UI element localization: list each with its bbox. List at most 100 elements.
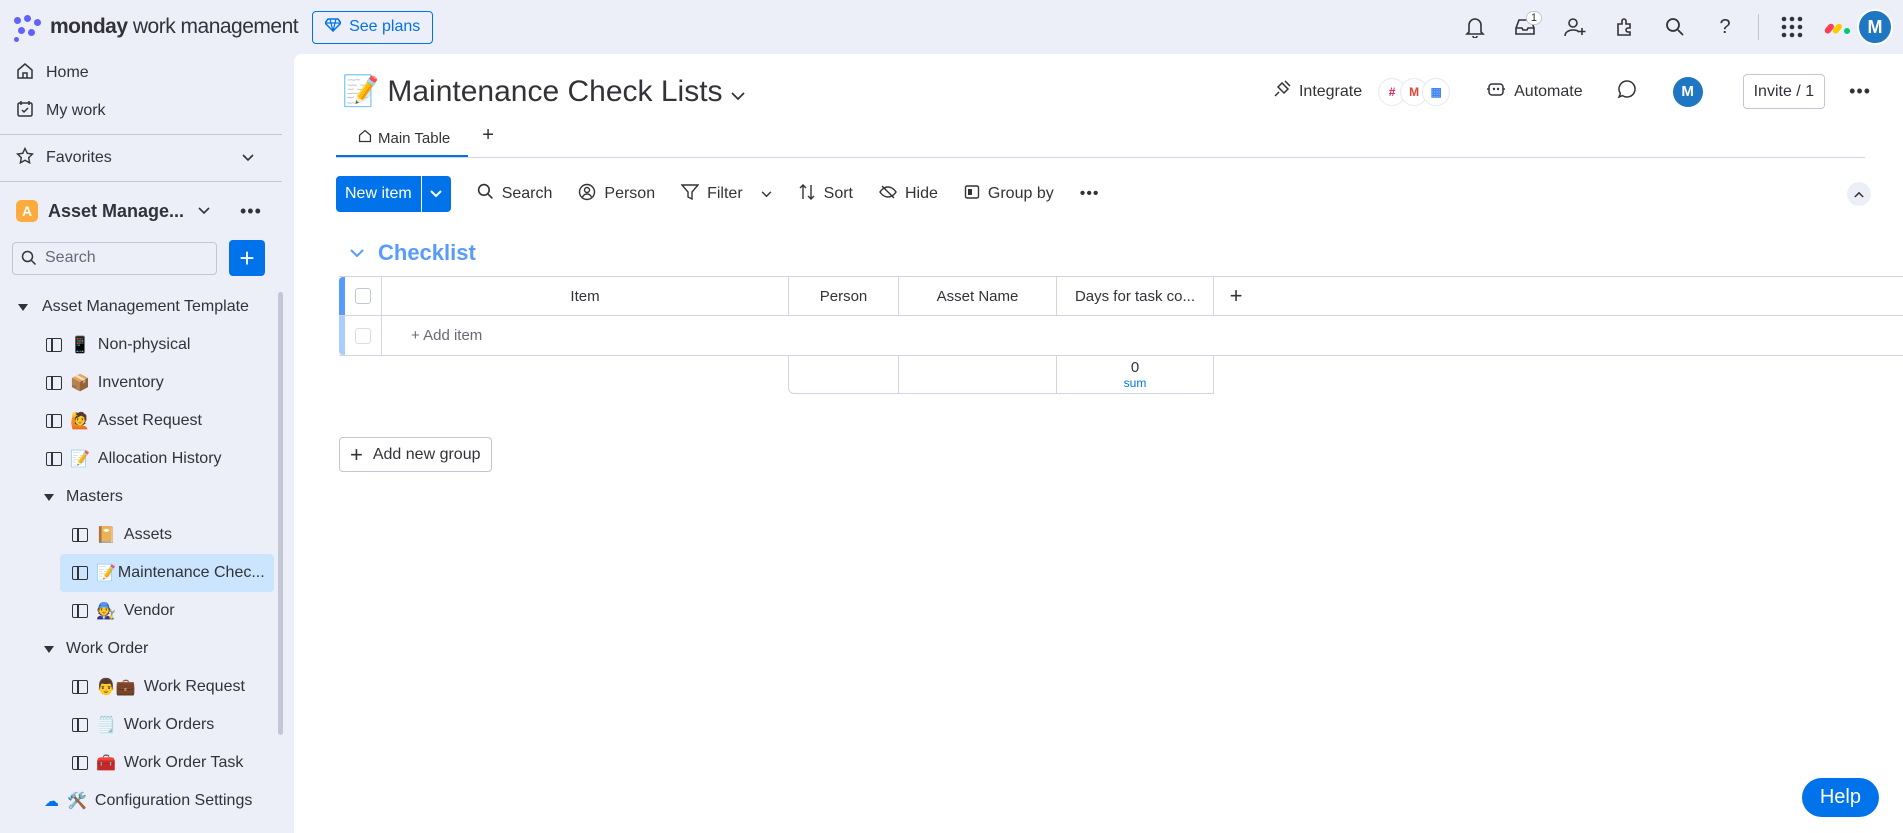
tree-item-non-physical[interactable]: 📱 Non-physical [0, 326, 282, 364]
help-button[interactable]: Help [1801, 778, 1879, 817]
chat-bubble-icon[interactable] [1617, 79, 1637, 104]
tree-folder-work-order[interactable]: Work Order [0, 630, 282, 668]
board-title[interactable]: 📝 Maintenance Check Lists [342, 74, 745, 109]
nav-favorites-label: Favorites [46, 149, 112, 166]
monday-product-icon[interactable] [1817, 7, 1857, 47]
tab-main-table[interactable]: Main Table [336, 129, 469, 157]
tree-item-vendor[interactable]: 🧑‍🔧 Vendor [0, 592, 282, 630]
column-header-days[interactable]: Days for task co... [1057, 277, 1214, 315]
column-header-asset-name[interactable]: Asset Name [899, 277, 1057, 315]
summary-days[interactable]: 0 sum [1057, 356, 1214, 393]
more-options-icon[interactable]: ••• [240, 201, 262, 222]
group-title[interactable]: Checklist [378, 240, 476, 266]
column-header-person[interactable]: Person [789, 277, 899, 315]
invite-members-icon[interactable] [1550, 7, 1600, 47]
tree-item-allocation-history[interactable]: 📝 Allocation History [0, 440, 282, 478]
see-plans-button[interactable]: See plans [312, 10, 434, 44]
user-avatar[interactable]: M [1857, 9, 1893, 45]
column-header-item[interactable]: Item [382, 277, 789, 315]
person-icon [578, 183, 596, 206]
chevron-down-icon[interactable] [350, 248, 364, 258]
more-options-icon[interactable]: ••• [1080, 185, 1100, 203]
board-icon [72, 718, 88, 732]
search-button[interactable]: Search [477, 183, 552, 205]
help-icon[interactable]: ? [1700, 7, 1750, 47]
chevron-down-icon[interactable] [198, 202, 210, 220]
tree-item-work-order-task[interactable]: 🧰 Work Order Task [0, 744, 282, 782]
tree-item-configuration-settings[interactable]: ☁ 🛠️ Configuration Settings [0, 782, 282, 820]
diamond-icon [324, 17, 343, 37]
tree-emoji: 🗒️ [96, 717, 116, 734]
board-title-text: Maintenance Check Lists [387, 74, 723, 108]
tree-folder-asset-management[interactable]: Asset Management Template [0, 288, 282, 326]
tree-emoji: 📝 [70, 451, 90, 468]
group-by-button[interactable]: Group by [964, 184, 1054, 205]
nav-favorites[interactable]: Favorites [0, 139, 282, 177]
tree-item-work-orders[interactable]: 🗒️ Work Orders [0, 706, 282, 744]
tree-folder-masters[interactable]: Masters [0, 478, 282, 516]
add-new-group-label: Add new group [372, 445, 481, 463]
invite-button[interactable]: Invite / 1 [1742, 74, 1826, 109]
workspace-selector[interactable]: A Asset Manage... ••• [0, 186, 282, 236]
tree-label: Assets [123, 526, 172, 543]
group-color-bar [339, 316, 345, 355]
more-options-icon[interactable]: ••• [1849, 81, 1871, 102]
select-all-checkbox[interactable] [355, 288, 371, 304]
new-item-button[interactable]: New item [336, 176, 451, 212]
board-actions: Integrate # M ▦ Automate M Invite / 1 ••… [1273, 74, 1871, 109]
caret-down-icon[interactable] [18, 303, 28, 311]
search-icon[interactable] [1650, 7, 1700, 47]
app-grid-icon[interactable] [1767, 7, 1817, 47]
automate-button[interactable]: Automate [1486, 81, 1583, 102]
add-item-row: + Add item [339, 316, 1903, 356]
tree-item-asset-request[interactable]: 🙋 Asset Request [0, 402, 282, 440]
add-view-button[interactable]: + [482, 124, 494, 157]
add-board-button[interactable]: + [229, 240, 265, 276]
tree-item-maintenance-check-lists[interactable]: 📝 Maintenance Chec... [60, 554, 274, 592]
apps-puzzle-icon[interactable] [1600, 7, 1650, 47]
inbox-icon[interactable]: 1 [1500, 7, 1550, 47]
monday-logo[interactable]: monday work management [14, 15, 299, 42]
sidebar: Home My work Favorites A Asset Manage...… [0, 54, 283, 833]
integrate-button[interactable]: Integrate # M ▦ [1273, 77, 1451, 106]
add-new-group-button[interactable]: + Add new group [339, 437, 492, 472]
chevron-down-icon[interactable] [730, 75, 745, 109]
automate-label: Automate [1514, 82, 1583, 100]
sidebar-scrollbar[interactable] [278, 292, 283, 735]
add-item-input[interactable]: + Add item [382, 316, 482, 355]
board-icon [46, 414, 62, 428]
caret-down-icon[interactable] [44, 645, 54, 653]
tree-item-work-request[interactable]: 👨💼 Work Request [0, 668, 282, 706]
chevron-down-icon[interactable] [242, 149, 254, 167]
collapse-header-button[interactable] [1847, 182, 1871, 206]
row-select-cell[interactable] [345, 316, 382, 355]
tree-item-assets[interactable]: 📔 Assets [0, 516, 282, 554]
sort-button[interactable]: Sort [798, 183, 853, 206]
board-icon [46, 338, 62, 352]
select-all-cell[interactable] [345, 277, 382, 315]
row-checkbox[interactable] [355, 327, 371, 344]
calendar-check-icon [16, 100, 34, 123]
nav-home[interactable]: Home [0, 54, 282, 92]
filter-button[interactable]: Filter [680, 183, 772, 206]
caret-down-icon[interactable] [44, 493, 54, 501]
nav-my-work[interactable]: My work [0, 92, 282, 130]
divider [1758, 14, 1759, 40]
hide-button[interactable]: Hide [879, 184, 938, 205]
add-column-button[interactable]: + [1214, 277, 1258, 315]
group-header[interactable]: Checklist [350, 240, 476, 266]
new-item-label[interactable]: New item [336, 176, 421, 212]
group-by-label: Group by [987, 185, 1054, 202]
board-owner-avatar[interactable]: M [1672, 76, 1703, 107]
notifications-icon[interactable] [1450, 7, 1500, 47]
tree-label: Work Order Task [123, 754, 244, 771]
chevron-down-icon[interactable] [761, 185, 772, 203]
plus-icon: + [350, 441, 363, 467]
sidebar-search-input[interactable]: Search [12, 241, 217, 275]
board-icon [46, 452, 62, 466]
tree-item-inventory[interactable]: 📦 Inventory [0, 364, 282, 402]
dashboard-icon: ☁ [44, 793, 59, 810]
person-filter-button[interactable]: Person [578, 183, 655, 206]
new-item-dropdown[interactable] [420, 176, 451, 212]
home-icon [16, 62, 34, 85]
